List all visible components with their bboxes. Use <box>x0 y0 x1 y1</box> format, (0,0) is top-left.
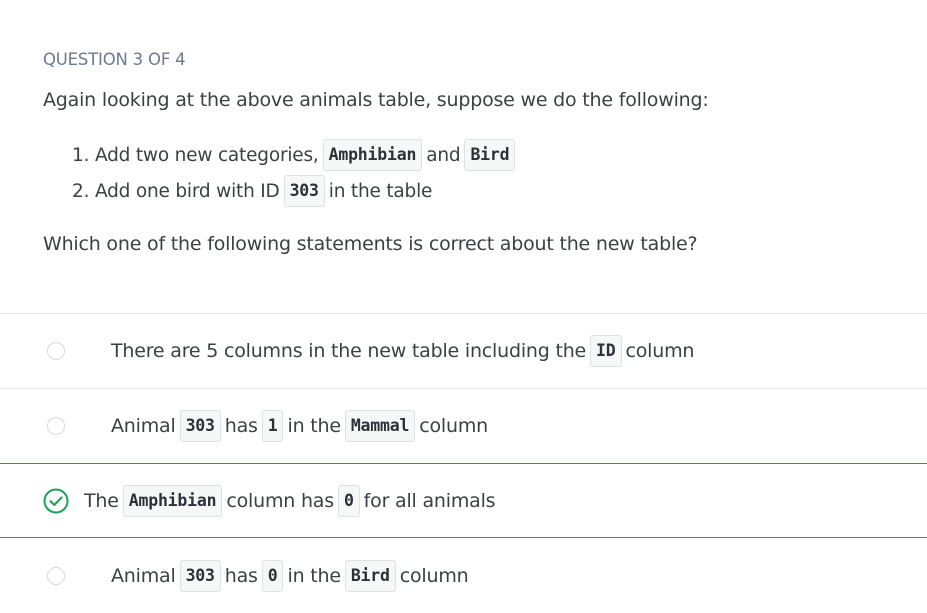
inline-code: Mammal <box>344 410 416 442</box>
step-text: and <box>426 144 461 166</box>
step-text: Add two new categories, <box>94 144 319 166</box>
steps-list: 1. Add two new categories, Amphibian and Bi… <box>72 137 519 209</box>
step-number: 2. <box>72 180 90 202</box>
inline-code: 303 <box>179 559 221 592</box>
inline-code: 303 <box>179 410 221 442</box>
radio-icon[interactable] <box>47 342 65 360</box>
check-circle-icon <box>43 488 69 513</box>
option-label: The Amphibian column has 0 for all animals <box>84 484 496 517</box>
option-label: Animal 303 has 1 in the Mammal column <box>111 410 488 442</box>
inline-code: Amphibian <box>122 484 223 517</box>
step-item: 1. Add two new categories, Amphibian and Bi… <box>72 137 519 173</box>
answer-options: There are 5 columns in the new table inc… <box>0 313 927 613</box>
inline-code: 0 <box>261 559 284 592</box>
inline-code: 303 <box>283 175 325 207</box>
question-prompt: Again looking at the above animals table… <box>43 89 709 111</box>
answer-option-2[interactable]: Animal 303 has 1 in the Mammal column <box>0 388 927 463</box>
radio-icon[interactable] <box>47 566 65 585</box>
inline-code: 1 <box>261 410 284 442</box>
inline-code: Amphibian <box>322 139 423 171</box>
step-number: 1. <box>72 144 90 166</box>
answer-option-3[interactable]: The Amphibian column has 0 for all animals <box>0 463 927 538</box>
inline-code: ID <box>590 335 622 367</box>
answer-option-1[interactable]: There are 5 columns in the new table inc… <box>0 313 927 388</box>
option-label: There are 5 columns in the new table inc… <box>111 335 694 367</box>
radio-icon[interactable] <box>47 417 65 435</box>
step-text: Add one bird with ID <box>94 180 280 202</box>
inline-code: 0 <box>337 484 360 517</box>
inline-code: Bird <box>464 139 516 171</box>
step-text: in the table <box>328 180 433 202</box>
question-text: Which one of the following statements is… <box>43 233 698 255</box>
inline-code: Bird <box>344 559 396 592</box>
step-item: 2. Add one bird with ID 303 in the table <box>72 173 519 209</box>
option-label: Animal 303 has 0 in the Bird column <box>111 559 469 592</box>
question-counter: QUESTION 3 OF 4 <box>43 50 186 69</box>
answer-option-4[interactable]: Animal 303 has 0 in the Bird column <box>0 538 927 613</box>
